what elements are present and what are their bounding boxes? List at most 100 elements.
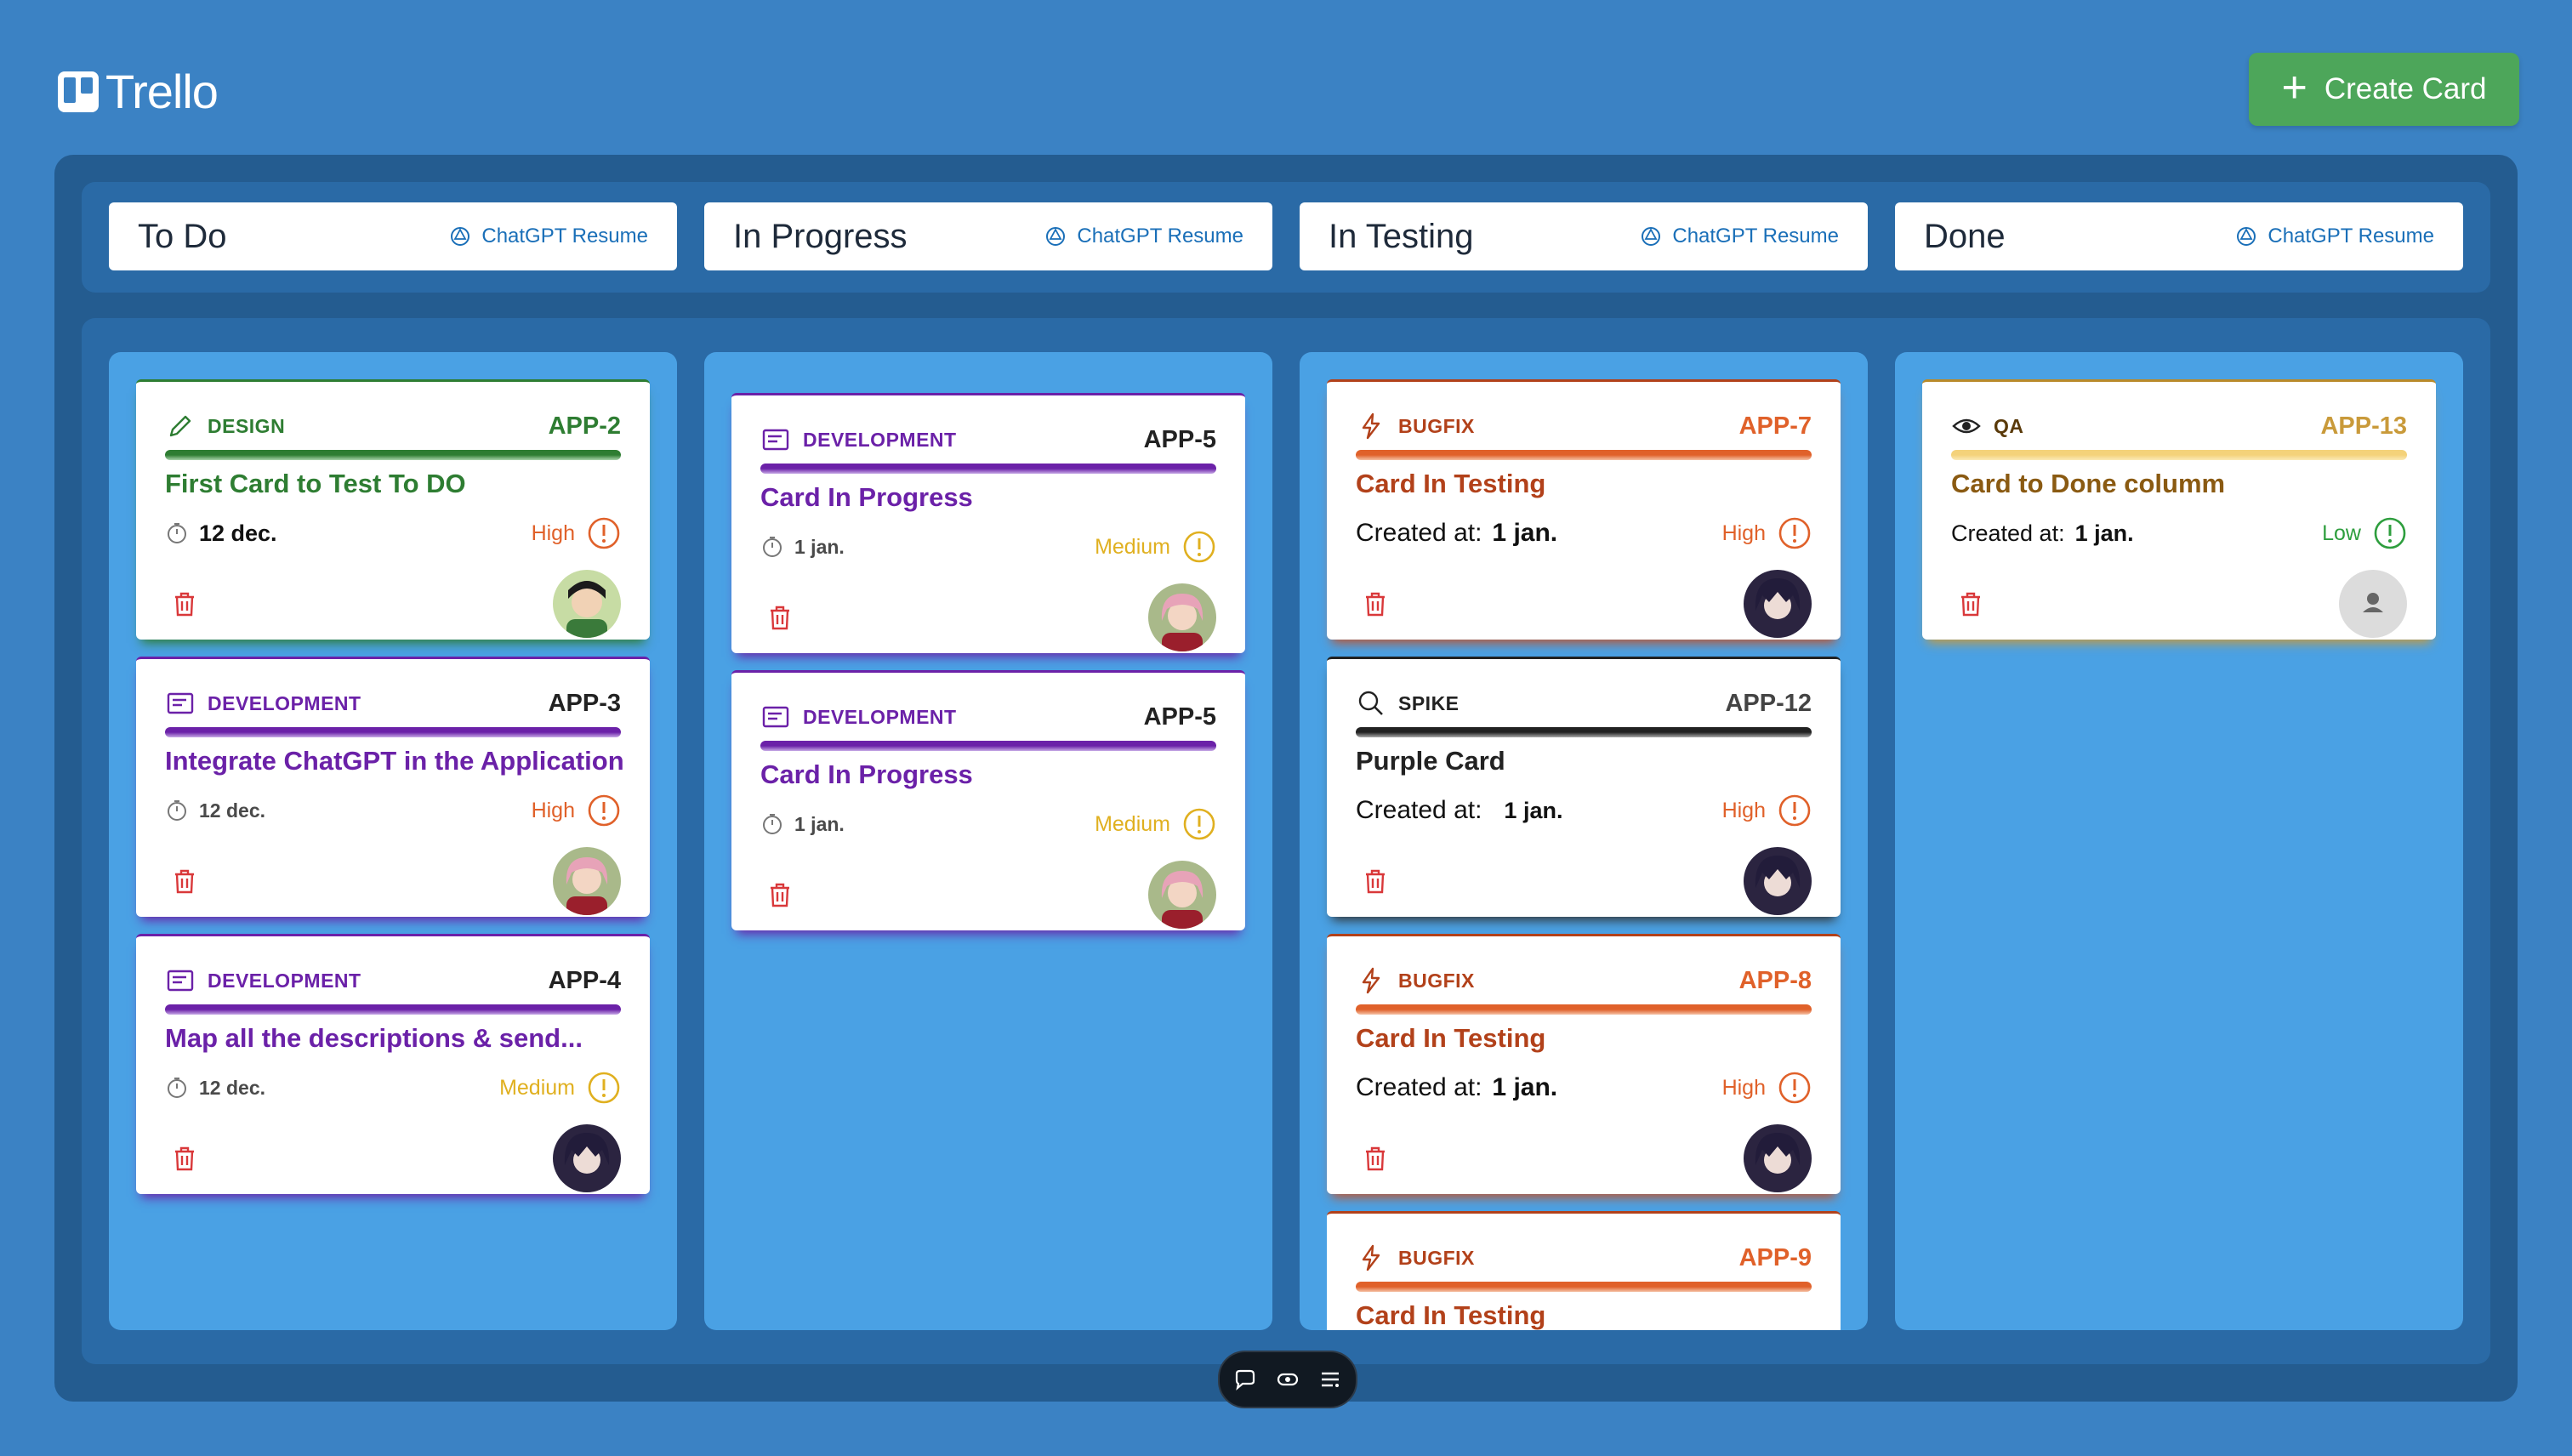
card-type: QA xyxy=(1994,414,2024,437)
chatgpt-resume-label: ChatGPT Resume xyxy=(2268,225,2434,247)
card[interactable]: DEVELOPMENT APP-5 Card In Progress 1 jan… xyxy=(731,670,1245,930)
card-type-bar xyxy=(1951,450,2407,460)
card-code: APP-2 xyxy=(548,412,621,440)
toggle-icon[interactable] xyxy=(1275,1367,1300,1392)
document-icon xyxy=(167,970,194,992)
list-icon[interactable] xyxy=(1317,1367,1343,1392)
card-type-bar xyxy=(760,741,1216,751)
delete-icon[interactable] xyxy=(765,603,794,632)
assignee-avatar[interactable] xyxy=(553,1124,621,1192)
created-label: Created at: xyxy=(1356,1073,1482,1101)
priority-alert-icon xyxy=(2374,517,2406,549)
card[interactable]: SPIKE APP-12 Purple Card Created at: 1 j… xyxy=(1327,657,1841,917)
delete-icon[interactable] xyxy=(170,1144,199,1173)
assignee-avatar[interactable] xyxy=(553,847,621,915)
card-type: DEVELOPMENT xyxy=(208,969,361,992)
card[interactable]: DEVELOPMENT APP-5 Card In Progress 1 jan… xyxy=(731,393,1245,653)
chatgpt-resume-button[interactable]: ChatGPT Resume xyxy=(1044,225,1243,248)
pencil-icon xyxy=(169,415,191,437)
priority-alert-icon xyxy=(588,1072,620,1104)
card-priority: Medium xyxy=(1095,534,1170,559)
delete-icon[interactable] xyxy=(170,589,199,618)
chatgpt-resume-label: ChatGPT Resume xyxy=(481,225,648,247)
document-icon xyxy=(762,706,789,728)
card[interactable]: QA APP-13 Card to Done columm Created at… xyxy=(1922,379,2436,640)
column-header-in-testing: In Testing ChatGPT Resume xyxy=(1300,202,1868,270)
created-label: Created at: xyxy=(1356,519,1482,547)
card-type: DESIGN xyxy=(208,414,286,437)
card-type-bar xyxy=(1356,450,1812,460)
card-title: Integrate ChatGPT in the Application xyxy=(165,746,624,776)
card-date: 1 jan. xyxy=(1492,1073,1558,1101)
document-icon xyxy=(167,692,194,714)
card-priority: Low xyxy=(2322,520,2361,545)
card-code: APP-13 xyxy=(2320,412,2407,440)
delete-icon[interactable] xyxy=(765,880,794,909)
card[interactable]: BUGFIX APP-7 Card In Testing Created at:… xyxy=(1327,379,1841,640)
card[interactable]: DESIGN APP-2 First Card to Test To DO 12… xyxy=(136,379,650,640)
card-type-bar xyxy=(165,1004,621,1015)
card-code: APP-4 xyxy=(548,966,621,994)
priority-alert-icon xyxy=(1183,808,1215,840)
assignee-avatar[interactable] xyxy=(1744,1124,1812,1192)
delete-icon[interactable] xyxy=(1361,867,1390,896)
card[interactable]: DEVELOPMENT APP-4 Map all the descriptio… xyxy=(136,934,650,1194)
chatgpt-resume-button[interactable]: ChatGPT Resume xyxy=(449,225,648,248)
assignee-avatar[interactable] xyxy=(1744,570,1812,638)
priority-alert-icon xyxy=(1183,531,1215,563)
assignee-avatar[interactable] xyxy=(2339,570,2407,638)
column-header-in-progress: In Progress ChatGPT Resume xyxy=(704,202,1272,270)
column-header-done: Done ChatGPT Resume xyxy=(1895,202,2463,270)
trello-logo[interactable]: Trello xyxy=(56,66,219,117)
priority-alert-icon xyxy=(588,517,620,549)
card-title: Card In Testing xyxy=(1356,1023,1546,1053)
column-title: In Testing xyxy=(1329,217,1474,255)
card-code: APP-9 xyxy=(1738,1243,1812,1271)
card-date: 1 jan. xyxy=(1504,797,1563,823)
card-priority: Medium xyxy=(499,1075,575,1100)
assignee-avatar[interactable] xyxy=(1148,583,1216,651)
card[interactable]: DEVELOPMENT APP-3 Integrate ChatGPT in t… xyxy=(136,657,650,917)
card-title: Card In Progress xyxy=(760,482,973,512)
assignee-avatar[interactable] xyxy=(553,570,621,638)
chatgpt-resume-label: ChatGPT Resume xyxy=(1672,225,1839,247)
card-priority: High xyxy=(531,520,575,545)
card-date: 1 jan. xyxy=(794,535,845,558)
stopwatch-icon xyxy=(763,537,782,557)
card-date: 1 jan. xyxy=(1492,519,1558,547)
eye-icon xyxy=(1952,418,1981,434)
card-date: 1 jan. xyxy=(794,812,845,835)
document-icon xyxy=(762,429,789,451)
card[interactable]: BUGFIX APP-8 Card In Testing Created at:… xyxy=(1327,934,1841,1194)
card-type: DEVELOPMENT xyxy=(803,428,957,451)
delete-icon[interactable] xyxy=(1361,1144,1390,1173)
card-type: BUGFIX xyxy=(1398,969,1475,992)
chatgpt-resume-button[interactable]: ChatGPT Resume xyxy=(2235,225,2434,248)
assignee-avatar[interactable] xyxy=(1148,861,1216,929)
card-code: APP-8 xyxy=(1738,966,1812,994)
delete-icon[interactable] xyxy=(170,867,199,896)
create-card-button[interactable]: + Create Card xyxy=(2249,53,2519,126)
delete-icon[interactable] xyxy=(1361,589,1390,618)
card-type: BUGFIX xyxy=(1398,414,1475,437)
card[interactable]: BUGFIX APP-9 Card In Testing xyxy=(1327,1211,1841,1330)
card-title: Card In Testing xyxy=(1356,469,1546,498)
priority-alert-icon xyxy=(1778,1072,1811,1104)
card-priority: High xyxy=(1721,520,1766,545)
card-type-bar xyxy=(1356,1004,1812,1015)
card-type-bar xyxy=(760,464,1216,474)
stopwatch-icon xyxy=(168,1078,186,1098)
column-todo: DESIGN APP-2 First Card to Test To DO 12… xyxy=(109,352,677,1330)
card-date: 1 jan. xyxy=(2074,520,2134,546)
assignee-avatar[interactable] xyxy=(1744,847,1812,915)
card-type-bar xyxy=(1356,727,1812,737)
card-title: First Card to Test To DO xyxy=(165,469,466,498)
trello-icon xyxy=(58,71,99,112)
card-title: Card to Done columm xyxy=(1951,469,2226,498)
card-type-bar xyxy=(165,450,621,460)
delete-icon[interactable] xyxy=(1956,589,1985,618)
stopwatch-icon xyxy=(168,523,186,543)
comment-icon[interactable] xyxy=(1232,1367,1258,1392)
chatgpt-resume-button[interactable]: ChatGPT Resume xyxy=(1640,225,1839,248)
card-priority: Medium xyxy=(1095,811,1170,836)
